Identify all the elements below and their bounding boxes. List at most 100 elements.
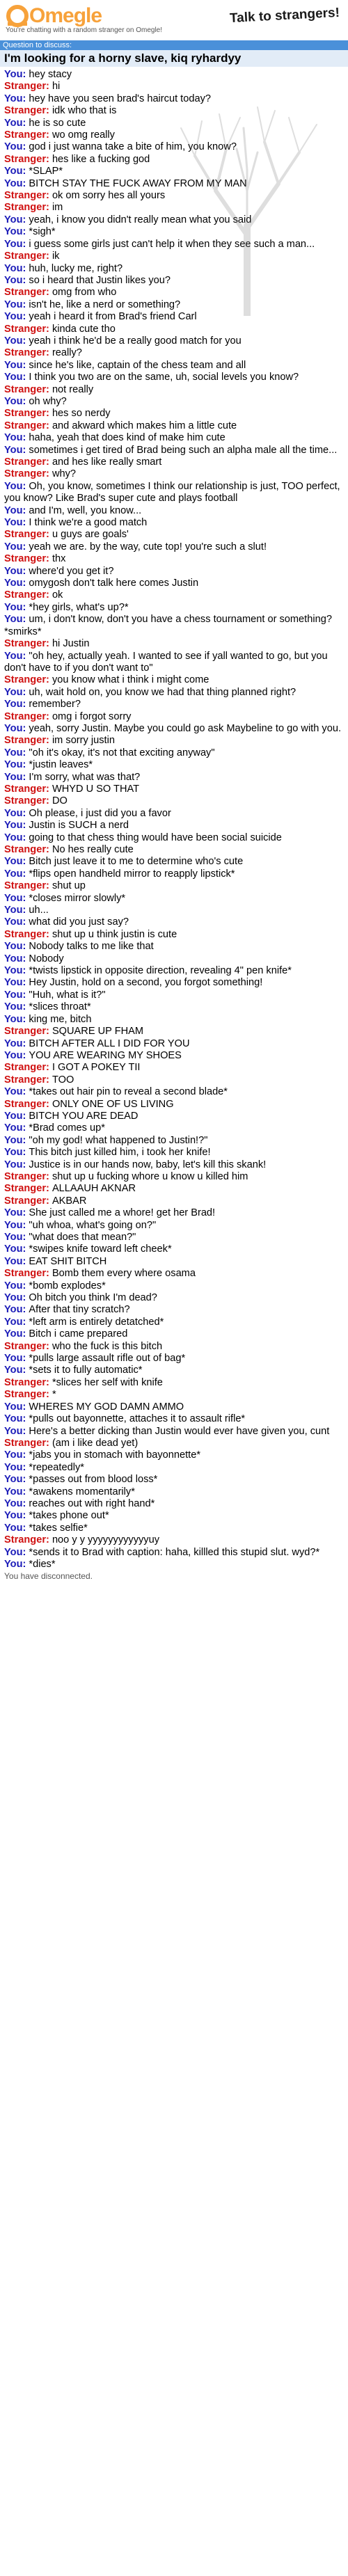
message-text: WHYD U SO THAT [52, 783, 140, 795]
chat-message: You: EAT SHIT BITCH [4, 1256, 344, 1268]
chat-message: You: *pulls out bayonnette, attaches it … [4, 1413, 344, 1425]
chat-message: Stranger: hes so nerdy [4, 408, 344, 420]
chat-message: You: sometimes i get tired of Brad being… [4, 445, 344, 456]
sender-stranger: Stranger [4, 347, 47, 359]
chat-message: You: *takes selfie* [4, 1522, 344, 1534]
chat-message: You: huh, lucky me, right? [4, 263, 344, 275]
chat-message: Stranger: wo omg really [4, 129, 344, 141]
sender-you: You [4, 1110, 23, 1122]
chat-message: Stranger: ONLY ONE OF US LIVING [4, 1099, 344, 1111]
message-text: sometimes i get tired of Brad being such… [29, 444, 338, 456]
sender-you: You [4, 1122, 23, 1134]
message-text: ik [52, 251, 60, 262]
sender-you: You [4, 1292, 23, 1304]
chat-message: You: hey have you seen brad's haircut to… [4, 93, 344, 105]
message-text: Oh bitch you think I'm dead? [29, 1292, 157, 1304]
message-text: yeah i heard it from Brad's friend Carl [29, 311, 197, 323]
sender-stranger: Stranger [4, 105, 47, 117]
message-text: what did you just say? [29, 916, 129, 928]
sender-you: You [4, 1328, 23, 1340]
sender-you: You [4, 1159, 23, 1170]
chat-message: Stranger: omg from who [4, 287, 344, 299]
chat-message: You: *passes out from blood loss* [4, 1474, 344, 1486]
sender-you: You [4, 395, 23, 407]
message-text: *Brad comes up* [29, 1122, 105, 1134]
message-text: omg from who [52, 287, 117, 299]
message-text: so i heard that Justin likes you? [29, 274, 171, 286]
message-text: *slices throat* [29, 1001, 91, 1013]
sender-you: You [4, 226, 23, 238]
sender-separator: : [46, 589, 52, 601]
chat-message: You: This bitch just killed him, i took … [4, 1147, 344, 1159]
sender-separator: : [46, 153, 52, 165]
message-text: *twists lipstick in opposite direction, … [29, 965, 292, 977]
sender-you: You [4, 1316, 23, 1328]
chat-message: Stranger: No hes really cute [4, 844, 344, 856]
sender-you: You [4, 1207, 23, 1219]
chat-log[interactable]: You: hey stacy Stranger: hi You: hey have … [0, 67, 348, 1583]
message-text: king me, bitch [29, 1013, 92, 1025]
chat-message: You: Hey Justin, hold on a second, you f… [4, 977, 344, 989]
message-text: "oh it's okay, it's not that exciting an… [29, 747, 215, 758]
message-text: *takes selfie* [29, 1522, 88, 1534]
sender-you: You [4, 517, 23, 529]
message-text: hi [52, 81, 61, 93]
message-text: you know what i think i might come [52, 674, 209, 686]
chat-message: You: She just called me a whore! get her… [4, 1207, 344, 1219]
sender-you: You [4, 1486, 23, 1497]
message-text: and hes like really smart [52, 456, 162, 468]
message-text: hi Justin [52, 638, 90, 650]
message-text: *repeatedly* [29, 1461, 84, 1473]
chat-message: You: After that tiny scratch? [4, 1304, 344, 1316]
sender-separator: : [46, 323, 52, 335]
sender-you: You [4, 311, 23, 323]
message-text: *awakens momentarily* [29, 1486, 135, 1497]
chat-message: You: *sigh* [4, 226, 344, 238]
chat-message: You: *repeatedly* [4, 1462, 344, 1474]
message-text: omygosh don't talk here comes Justin [29, 578, 199, 589]
sender-you: You [4, 1304, 23, 1316]
chat-message: You: Here's a better dicking than Justin… [4, 1426, 344, 1438]
chat-message: Stranger: im [4, 202, 344, 214]
chat-message: Stranger: DO [4, 795, 344, 807]
message-text: Bitch just leave it to me to determine w… [29, 856, 244, 868]
message-text: TOO [52, 1074, 74, 1086]
chat-message: You: uh... [4, 905, 344, 916]
sender-you: You [4, 892, 23, 904]
sender-separator: : [46, 1098, 52, 1110]
chat-message: Stranger: shut up [4, 880, 344, 892]
message-list: You: hey stacy Stranger: hi You: hey have … [4, 69, 344, 1571]
sender-you: You [4, 69, 23, 80]
message-text: This bitch just killed him, i took her k… [29, 1147, 211, 1159]
sender-stranger: Stranger [4, 1195, 47, 1207]
sender-stranger: Stranger [4, 1268, 47, 1280]
sender-separator: : [46, 251, 52, 262]
sender-you: You [4, 166, 23, 177]
message-text: *bomb explodes* [29, 1280, 106, 1291]
omegle-chat-page: Omegle You're chatting with a random str… [0, 0, 348, 1583]
message-text: *takes out hair pin to reveal a second b… [29, 1086, 228, 1098]
chat-message: You: where'd you get it? [4, 566, 344, 578]
sender-you: You [4, 1558, 23, 1570]
sender-you: You [4, 1353, 23, 1365]
sender-stranger: Stranger [4, 81, 47, 93]
sender-you: You [4, 117, 23, 129]
sender-you: You [4, 686, 23, 698]
sender-you: You [4, 1219, 23, 1231]
message-text: yeah, i know you didn't really mean what… [29, 214, 252, 225]
chat-message: You: *flips open handheld mirror to reap… [4, 868, 344, 880]
sender-you: You [4, 771, 23, 783]
sender-you: You [4, 1401, 23, 1413]
message-text: *dies* [29, 1558, 56, 1570]
chat-message: You: he is so cute [4, 118, 344, 129]
omegle-logo[interactable]: Omegle [6, 4, 102, 28]
sender-you: You [4, 856, 23, 868]
chat-message: You: Oh, you know, sometimes I think our… [4, 481, 344, 505]
message-text: omg i forgot sorry [52, 710, 132, 722]
sender-you: You [4, 372, 23, 383]
sender-stranger: Stranger [4, 129, 47, 141]
sender-you: You [4, 1413, 23, 1425]
sender-stranger: Stranger [4, 383, 47, 395]
sender-stranger: Stranger [4, 1389, 47, 1401]
sender-stranger: Stranger [4, 1183, 47, 1195]
